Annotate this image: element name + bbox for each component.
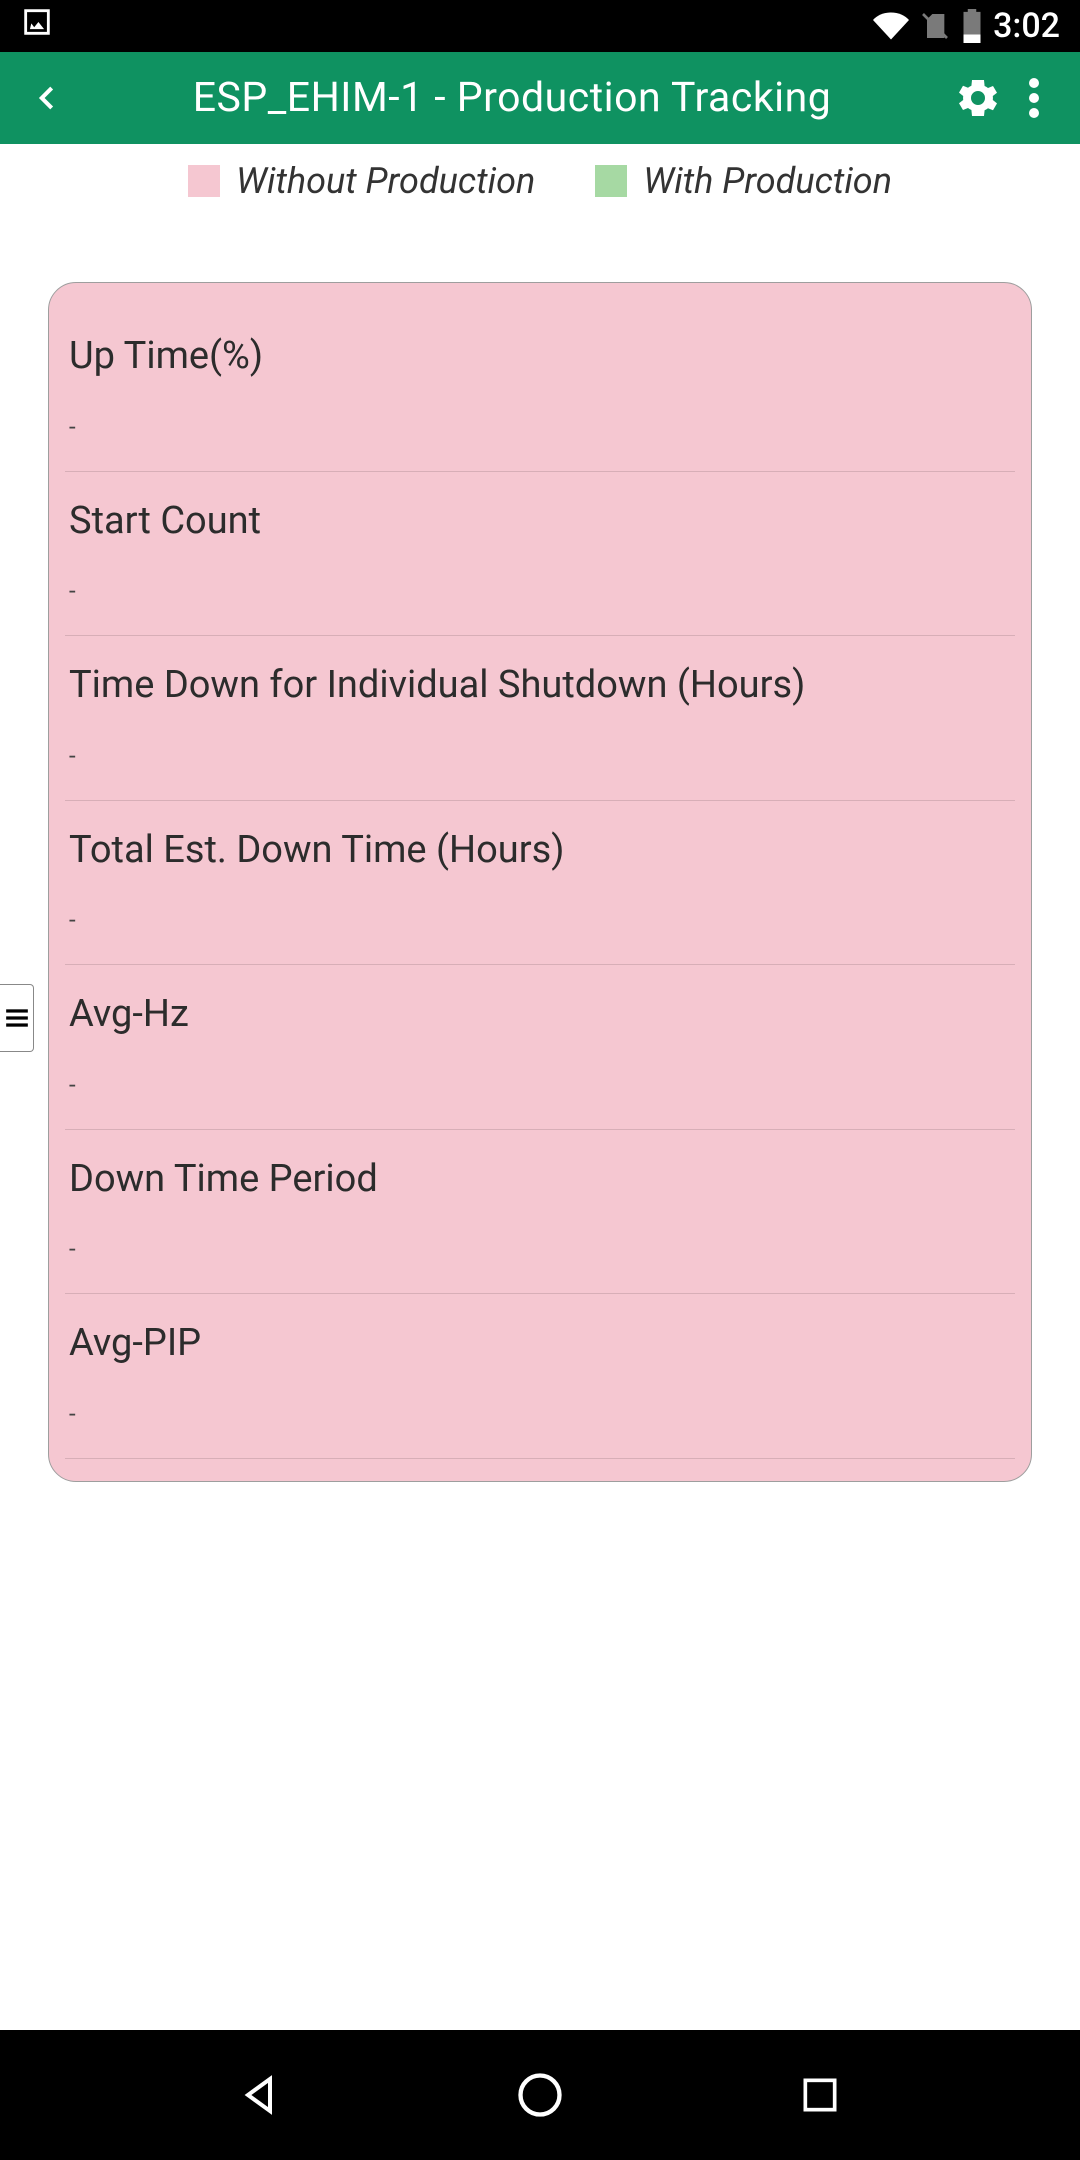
legend-without-production: Without Production	[188, 160, 535, 202]
row-time-down-individual: Time Down for Individual Shutdown (Hours…	[65, 636, 1015, 801]
app-bar: ESP_EHIM-1 - Production Tracking	[0, 52, 1080, 144]
row-avg-motor-amps: Avg-Motor-Amps	[65, 1459, 1015, 1483]
legend-with-production: With Production	[595, 160, 892, 202]
row-value: -	[65, 413, 1015, 453]
settings-button[interactable]	[950, 70, 1006, 126]
row-value: -	[65, 1235, 1015, 1275]
row-value: -	[65, 577, 1015, 617]
row-down-time-period: Down Time Period -	[65, 1130, 1015, 1295]
row-avg-hz: Avg-Hz -	[65, 965, 1015, 1130]
triangle-back-icon	[236, 2071, 284, 2119]
back-button[interactable]	[18, 70, 74, 126]
row-label: Avg-PIP	[65, 1320, 1015, 1400]
square-recent-icon	[798, 2073, 842, 2117]
row-value: -	[65, 1071, 1015, 1111]
more-button[interactable]	[1006, 70, 1062, 126]
status-left	[20, 5, 54, 48]
row-label: Avg-Hz	[65, 991, 1015, 1071]
legend-swatch-without	[188, 165, 220, 197]
navigation-bar	[0, 2030, 1080, 2160]
battery-icon	[961, 9, 983, 43]
more-vert-icon	[1029, 78, 1039, 118]
wifi-icon	[873, 8, 909, 44]
content-area: Without Production With Production Up Ti…	[0, 144, 1080, 2030]
gear-icon	[954, 74, 1002, 122]
page-title: ESP_EHIM-1 - Production Tracking	[74, 74, 950, 122]
no-sim-icon	[919, 9, 951, 43]
row-label: Down Time Period	[65, 1156, 1015, 1236]
row-start-count: Start Count -	[65, 472, 1015, 637]
row-total-est-down-time: Total Est. Down Time (Hours) -	[65, 801, 1015, 966]
row-value: -	[65, 742, 1015, 782]
picture-icon	[20, 5, 54, 39]
nav-recent-button[interactable]	[785, 2060, 855, 2130]
side-drawer-handle[interactable]	[0, 984, 34, 1052]
row-value: -	[65, 1400, 1015, 1440]
row-label: Total Est. Down Time (Hours)	[65, 827, 1015, 907]
status-right: 3:02	[873, 6, 1060, 46]
legend-swatch-with	[595, 165, 627, 197]
metrics-card: Up Time(%) - Start Count - Time Down for…	[48, 282, 1032, 1482]
nav-home-button[interactable]	[505, 2060, 575, 2130]
legend: Without Production With Production	[0, 144, 1080, 212]
legend-label-without: Without Production	[236, 160, 535, 202]
row-label: Up Time(%)	[65, 333, 1015, 413]
row-label: Time Down for Individual Shutdown (Hours…	[65, 662, 1015, 742]
row-avg-pip: Avg-PIP -	[65, 1294, 1015, 1459]
nav-back-button[interactable]	[225, 2060, 295, 2130]
legend-label-with: With Production	[643, 160, 892, 202]
row-value: -	[65, 906, 1015, 946]
status-bar: 3:02	[0, 0, 1080, 52]
row-up-time: Up Time(%) -	[65, 307, 1015, 472]
circle-home-icon	[514, 2069, 566, 2121]
menu-icon	[4, 1005, 30, 1031]
row-label: Start Count	[65, 498, 1015, 578]
chevron-left-icon	[29, 81, 63, 115]
status-time: 3:02	[993, 6, 1060, 46]
